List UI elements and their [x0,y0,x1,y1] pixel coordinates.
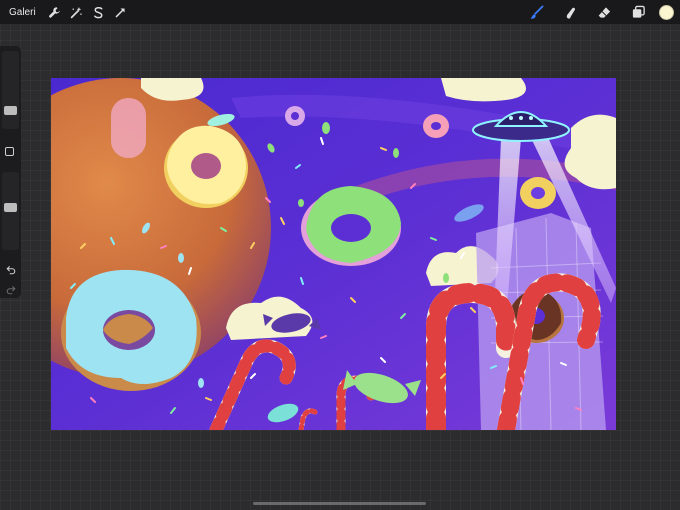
transform-arrow-icon[interactable] [110,1,132,23]
adjustments-magic-wand-icon[interactable] [66,1,88,23]
donut-small-pink [423,114,449,138]
top-toolbar: Galeri [0,0,680,24]
left-sidebar [0,46,21,298]
redo-button[interactable] [3,282,18,297]
brush-size-thumb[interactable] [4,106,17,115]
undo-icon [5,265,15,274]
right-tool-group [519,0,680,24]
selection-s-icon[interactable] [88,1,110,23]
cloud [441,78,526,102]
opacity-slider[interactable] [2,172,19,250]
redo-icon [6,285,16,294]
brush-size-slider[interactable] [2,51,19,129]
donut-small-yellow [520,177,556,209]
artwork-canvas[interactable] [51,78,616,430]
artwork-illustration [51,78,616,430]
color-swatch[interactable] [659,4,674,20]
actions-wrench-icon[interactable] [44,1,66,23]
gallery-button[interactable]: Galeri [9,7,36,18]
home-indicator[interactable] [253,502,426,505]
smudge-icon[interactable] [553,1,587,23]
donut-small-purple [285,106,305,126]
planet-crater [111,98,146,158]
layers-icon[interactable] [621,1,655,23]
modify-button[interactable] [5,147,14,156]
undo-button[interactable] [3,262,18,277]
eraser-icon[interactable] [587,1,621,23]
brush-icon[interactable] [519,1,553,23]
opacity-thumb[interactable] [4,203,17,212]
